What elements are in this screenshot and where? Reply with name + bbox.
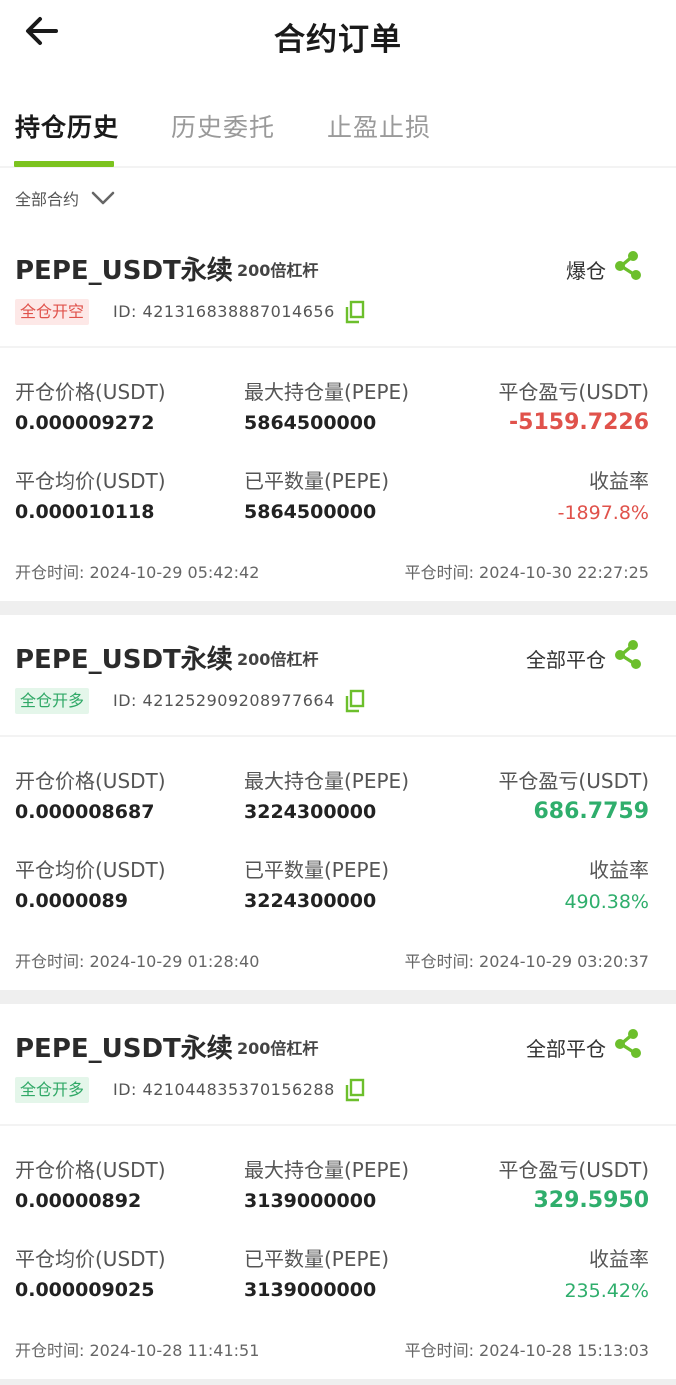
open-time: 开仓时间: 2024-10-29 05:42:42 [15, 563, 260, 582]
open-price-value: 0.000008687 [15, 801, 155, 823]
closed-qty-label: 已平数量(PEPE) [244, 469, 389, 493]
open-time: 开仓时间: 2024-10-29 01:28:40 [15, 952, 260, 971]
contract-filter-dropdown[interactable]: 全部合约 [15, 186, 115, 210]
card-separator [0, 601, 676, 615]
copy-icon[interactable] [345, 300, 365, 324]
open-price-value: 0.00000892 [15, 1190, 142, 1212]
pnl-label: 平仓盈亏(USDT) [498, 769, 649, 793]
active-tab-indicator [14, 161, 114, 167]
max-position-label: 最大持仓量(PEPE) [244, 380, 409, 404]
roe-label: 收益率 [589, 469, 649, 493]
close-status: 爆仓 [566, 259, 606, 283]
open-price-label: 开仓价格(USDT) [15, 769, 166, 793]
open-time: 开仓时间: 2024-10-28 11:41:51 [15, 1341, 260, 1360]
header: 合约订单 [0, 0, 676, 70]
order-id: ID: 421044835370156288 [113, 1080, 335, 1099]
close-status: 全部平仓 [526, 1037, 606, 1061]
share-icon[interactable] [613, 250, 643, 282]
roe-value: 235.42% [564, 1280, 649, 1302]
roe-label: 收益率 [589, 858, 649, 882]
close-avg-value: 0.000009025 [15, 1279, 155, 1301]
filter-label: 全部合约 [15, 190, 80, 209]
order-card: PEPE_USDT永续 200倍杠杆 爆仓 全仓开空 ID: 421316838… [0, 226, 676, 615]
open-price-label: 开仓价格(USDT) [15, 380, 166, 404]
close-time: 平仓时间: 2024-10-28 15:13:03 [404, 1341, 649, 1360]
contract-pair: PEPE_USDT永续 [15, 256, 233, 286]
open-price-value: 0.000009272 [15, 412, 155, 434]
chevron-down-icon [91, 191, 115, 205]
max-position-value: 3224300000 [244, 801, 377, 823]
card-separator [0, 990, 676, 1004]
close-avg-label: 平仓均价(USDT) [15, 469, 166, 493]
close-status: 全部平仓 [526, 648, 606, 672]
copy-icon[interactable] [345, 689, 365, 713]
side-badge: 全仓开多 [15, 1077, 90, 1103]
max-position-value: 5864500000 [244, 412, 377, 434]
contract-pair: PEPE_USDT永续 [15, 645, 233, 675]
close-time: 平仓时间: 2024-10-29 03:20:37 [404, 952, 649, 971]
share-icon[interactable] [613, 1028, 643, 1060]
closed-qty-value: 5864500000 [244, 501, 377, 523]
tab-position-history[interactable]: 持仓历史 [15, 108, 119, 144]
divider [0, 1124, 676, 1126]
max-position-label: 最大持仓量(PEPE) [244, 1158, 409, 1182]
pnl-label: 平仓盈亏(USDT) [498, 380, 649, 404]
pnl-value: 686.7759 [533, 799, 649, 824]
close-avg-value: 0.0000089 [15, 890, 128, 912]
side-badge: 全仓开空 [15, 299, 90, 325]
divider [0, 735, 676, 737]
card-separator [0, 1379, 676, 1385]
side-badge: 全仓开多 [15, 688, 90, 714]
order-id: ID: 421252909208977664 [113, 691, 335, 710]
tab-order-history[interactable]: 历史委托 [171, 108, 275, 144]
leverage-label: 200倍杠杆 [237, 1039, 319, 1058]
order-id: ID: 421316838887014656 [113, 302, 335, 321]
tab-bar: 持仓历史 历史委托 止盈止损 [0, 70, 676, 168]
closed-qty-value: 3139000000 [244, 1279, 377, 1301]
max-position-value: 3139000000 [244, 1190, 377, 1212]
closed-qty-label: 已平数量(PEPE) [244, 1247, 389, 1271]
pnl-value: -5159.7226 [509, 410, 649, 435]
share-icon[interactable] [613, 639, 643, 671]
open-price-label: 开仓价格(USDT) [15, 1158, 166, 1182]
filter-bar: 全部合约 [0, 168, 676, 226]
leverage-label: 200倍杠杆 [237, 650, 319, 669]
leverage-label: 200倍杠杆 [237, 261, 319, 280]
divider [0, 346, 676, 348]
copy-icon[interactable] [345, 1078, 365, 1102]
closed-qty-label: 已平数量(PEPE) [244, 858, 389, 882]
roe-value: 490.38% [564, 891, 649, 913]
max-position-label: 最大持仓量(PEPE) [244, 769, 409, 793]
roe-value: -1897.8% [557, 502, 649, 524]
page-title: 合约订单 [274, 22, 402, 58]
contract-pair: PEPE_USDT永续 [15, 1034, 233, 1064]
tab-tp-sl[interactable]: 止盈止损 [327, 108, 431, 144]
closed-qty-value: 3224300000 [244, 890, 377, 912]
close-avg-value: 0.000010118 [15, 501, 155, 523]
order-card: PEPE_USDT永续 200倍杠杆 全部平仓 全仓开多 ID: 4210448… [0, 1004, 676, 1385]
close-time: 平仓时间: 2024-10-30 22:27:25 [404, 563, 649, 582]
pnl-value: 329.5950 [533, 1188, 649, 1213]
order-card: PEPE_USDT永续 200倍杠杆 全部平仓 全仓开多 ID: 4212529… [0, 615, 676, 1004]
close-avg-label: 平仓均价(USDT) [15, 1247, 166, 1271]
pnl-label: 平仓盈亏(USDT) [498, 1158, 649, 1182]
close-avg-label: 平仓均价(USDT) [15, 858, 166, 882]
roe-label: 收益率 [589, 1247, 649, 1271]
